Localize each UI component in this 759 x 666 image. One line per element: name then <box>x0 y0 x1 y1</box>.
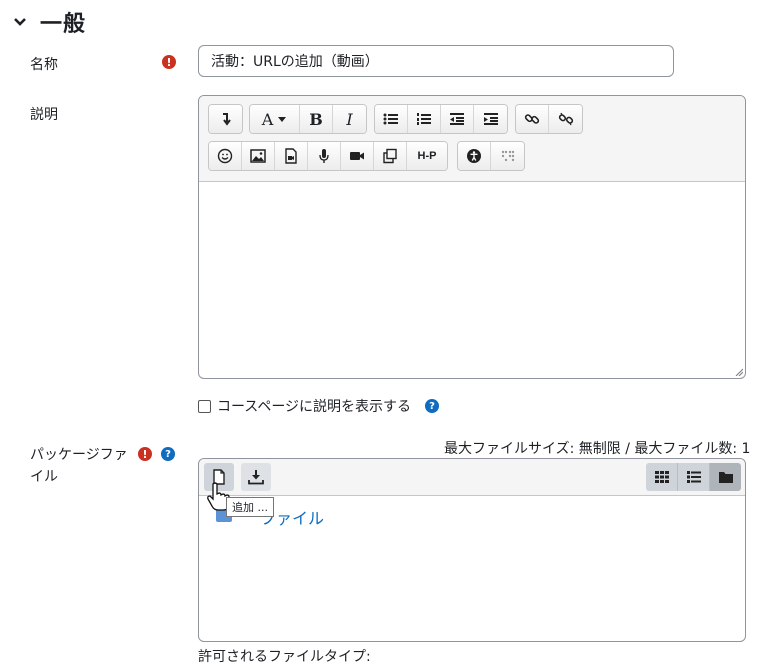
video-button[interactable] <box>341 142 374 170</box>
indent-button[interactable] <box>474 105 507 133</box>
image-button[interactable] <box>242 142 275 170</box>
description-label: 説明 <box>30 107 58 123</box>
name-label: 名称 <box>30 57 58 73</box>
unlink-icon <box>558 112 573 126</box>
h5p-icon: H-P <box>417 150 437 162</box>
media-button[interactable] <box>275 142 308 170</box>
bullet-list-icon <box>383 113 398 125</box>
italic-icon: I <box>346 109 353 129</box>
copy-button[interactable] <box>374 142 407 170</box>
add-tooltip: 追加 ... <box>226 497 274 517</box>
resize-handle-icon[interactable] <box>735 368 743 376</box>
indent-icon <box>483 113 498 125</box>
font-style-button[interactable]: A <box>250 105 300 133</box>
bullet-list-button[interactable] <box>375 105 408 133</box>
view-mode-group <box>646 463 741 491</box>
video-icon <box>350 152 364 160</box>
file-picker <box>198 458 746 642</box>
numbered-list-button[interactable] <box>408 105 441 133</box>
grid-icon <box>654 471 669 483</box>
screenreader-helper-icon <box>501 150 514 162</box>
show-description-row: コースページに説明を表示する ? <box>198 396 440 416</box>
accessibility-checker-button[interactable] <box>458 142 491 170</box>
font-style-icon: A <box>261 109 274 129</box>
collapse-icon <box>222 113 231 126</box>
description-editor: A B I H-P <box>198 95 746 379</box>
accessibility-checker-icon <box>467 149 481 163</box>
chevron-down-icon <box>14 18 26 26</box>
collapse-toolbar-button[interactable] <box>209 105 242 133</box>
microphone-button[interactable] <box>308 142 341 170</box>
required-icon: ! <box>138 447 152 461</box>
folder-icon <box>718 472 733 483</box>
show-description-checkbox[interactable] <box>198 399 211 413</box>
description-text-area[interactable] <box>199 182 745 378</box>
editor-toolbar: A B I H-P <box>199 96 745 182</box>
screenreader-helper-button[interactable] <box>491 142 524 170</box>
show-description-label: コースページに説明を表示する <box>217 399 412 415</box>
list-view-button[interactable] <box>678 463 710 491</box>
allowed-file-types-label: 許可されるファイルタイプ: <box>198 649 371 665</box>
link-icon <box>524 114 540 124</box>
media-icon <box>285 148 297 164</box>
emoji-button[interactable] <box>209 142 242 170</box>
package-file-label-line1: パッケージファ <box>30 447 128 463</box>
max-file-info: 最大ファイルサイズ: 無制限 / 最大ファイル数: 1 <box>444 441 751 457</box>
section-title: 一般 <box>40 12 87 37</box>
bold-icon: B <box>309 109 323 129</box>
package-file-label: パッケージファ イル <box>30 444 128 488</box>
numbered-list-icon <box>417 113 431 125</box>
section-header-general[interactable]: 一般 <box>12 6 86 38</box>
name-input[interactable] <box>198 45 674 77</box>
unlink-button[interactable] <box>549 105 582 133</box>
help-icon[interactable]: ? <box>161 447 175 461</box>
outdent-icon <box>450 113 464 125</box>
italic-button[interactable]: I <box>333 105 366 133</box>
h5p-button[interactable]: H-P <box>407 142 447 170</box>
emoji-icon <box>217 148 233 164</box>
file-picker-toolbar <box>199 459 745 496</box>
copy-icon <box>383 148 397 164</box>
download-icon <box>248 470 264 485</box>
microphone-icon <box>319 149 329 163</box>
list-icon <box>686 471 701 483</box>
icon-view-button[interactable] <box>646 463 678 491</box>
required-icon: ! <box>162 55 176 69</box>
image-icon <box>250 149 266 163</box>
link-button[interactable] <box>516 105 549 133</box>
download-button[interactable] <box>241 463 271 491</box>
help-icon[interactable]: ? <box>425 399 440 413</box>
caret-down-icon <box>278 117 287 122</box>
bold-button[interactable]: B <box>300 105 333 133</box>
tree-view-button[interactable] <box>710 463 741 491</box>
outdent-button[interactable] <box>441 105 474 133</box>
package-file-label-line2: イル <box>30 469 58 485</box>
